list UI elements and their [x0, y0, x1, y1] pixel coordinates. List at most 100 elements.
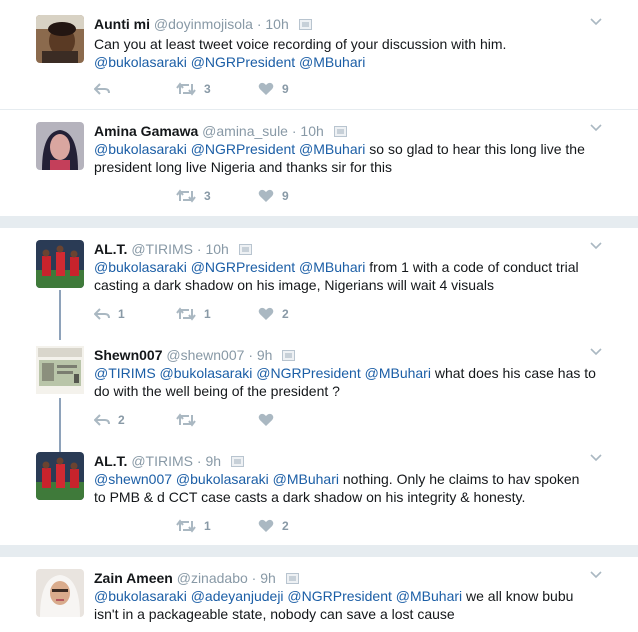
verified-badge-icon	[282, 350, 296, 361]
like-icon	[258, 413, 274, 426]
caret-down-icon[interactable]	[590, 571, 602, 579]
like-icon	[258, 307, 274, 320]
retweet-button[interactable]: 3	[176, 187, 211, 205]
user-name[interactable]: Aunti mi	[94, 16, 150, 32]
tweet-header: Aunti mi @doyinmojisola · 10h	[94, 15, 312, 33]
like-button[interactable]: 9	[258, 187, 289, 205]
user-handle[interactable]: @TIRIMS	[131, 241, 193, 257]
caret-down-icon[interactable]	[590, 18, 602, 26]
like-count: 2	[282, 519, 289, 533]
retweet-icon	[176, 189, 196, 203]
user-handle[interactable]: @doyinmojisola	[154, 16, 253, 32]
retweet-button[interactable]: 1	[176, 305, 211, 323]
tweet-mentions[interactable]: @bukolasaraki @adeyanjudeji @NGRPresiden…	[94, 588, 462, 604]
avatar[interactable]	[36, 122, 84, 170]
tweet-text-line: @bukolasaraki @NGRPresident @MBuhari fro…	[94, 258, 614, 276]
like-icon	[258, 519, 274, 532]
tweet-text: @bukolasaraki @NGRPresident @MBuhari fro…	[94, 258, 614, 294]
verified-badge-icon	[230, 456, 244, 467]
tweet-mentions[interactable]: @bukolasaraki @NGRPresident @MBuhari	[94, 53, 614, 71]
user-name[interactable]: AL.T.	[94, 453, 127, 469]
tweet-text-line: Can you at least tweet voice recording o…	[94, 36, 507, 52]
retweet-icon	[176, 519, 196, 533]
user-name[interactable]: Zain Ameen	[94, 570, 173, 586]
reply-button[interactable]: 1	[94, 305, 125, 323]
tweet[interactable]: Zain Ameen @zinadabo · 9h @bukolasaraki …	[0, 557, 638, 632]
retweet-button[interactable]: 3	[176, 80, 211, 98]
tweet-time[interactable]: · 10h	[197, 241, 229, 257]
tweet-mentions[interactable]: @bukolasaraki @NGRPresident @MBuhari	[94, 259, 365, 275]
retweet-icon	[176, 307, 196, 321]
user-handle[interactable]: @zinadabo	[177, 570, 248, 586]
reply-button[interactable]: 2	[94, 411, 125, 429]
retweet-button[interactable]	[176, 411, 196, 429]
like-count: 9	[282, 82, 289, 96]
tweet-text: Can you at least tweet voice recording o…	[94, 35, 614, 71]
reply-button[interactable]	[94, 80, 110, 98]
caret-down-icon[interactable]	[590, 242, 602, 250]
caret-down-icon[interactable]	[590, 454, 602, 462]
user-handle[interactable]: @TIRIMS	[131, 453, 193, 469]
tweet-time[interactable]: · 10h	[257, 16, 289, 32]
user-handle[interactable]: @amina_sule	[202, 123, 288, 139]
retweet-icon	[176, 82, 196, 96]
avatar[interactable]	[36, 452, 84, 500]
tweet[interactable]: Shewn007 @shewn007 · 9h @TIRIMS @bukolas…	[0, 334, 638, 440]
like-button[interactable]: 9	[258, 80, 289, 98]
tweet-text-line: @bukolasaraki @adeyanjudeji @NGRPresiden…	[94, 587, 614, 605]
tweet-time[interactable]: · 10h	[292, 123, 324, 139]
tweet[interactable]: AL.T. @TIRIMS · 9h @shewn007 @bukolasara…	[0, 440, 638, 545]
verified-badge-icon	[333, 126, 347, 137]
tweet-header: AL.T. @TIRIMS · 10h	[94, 240, 252, 258]
tweet-mentions[interactable]: @bukolasaraki @NGRPresident @MBuhari	[94, 141, 365, 157]
tweet-header: AL.T. @TIRIMS · 9h	[94, 452, 244, 470]
retweet-count: 3	[204, 82, 211, 96]
retweet-count: 1	[204, 307, 211, 321]
verified-badge-icon	[298, 19, 312, 30]
user-name[interactable]: Amina Gamawa	[94, 123, 198, 139]
verified-badge-icon	[238, 244, 252, 255]
tweet-text-body: what does his case has to	[430, 365, 596, 381]
user-name[interactable]: AL.T.	[94, 241, 127, 257]
like-icon	[258, 189, 274, 202]
retweet-button[interactable]: 1	[176, 517, 211, 535]
avatar[interactable]	[36, 569, 84, 617]
tweet[interactable]: Aunti mi @doyinmojisola · 10h Can you at…	[0, 0, 638, 109]
tweet-time[interactable]: · 9h	[197, 453, 221, 469]
user-name[interactable]: Shewn007	[94, 347, 162, 363]
reply-icon	[94, 414, 110, 426]
tweet-text-body: nothing. Only he claims to hav spoken	[338, 471, 580, 487]
tweet-mentions[interactable]: @shewn007 @bukolasaraki @MBuhari	[94, 471, 339, 487]
like-button[interactable]: 2	[258, 305, 289, 323]
user-handle[interactable]: @shewn007	[166, 347, 244, 363]
tweet-text: @bukolasaraki @NGRPresident @MBuhari so …	[94, 140, 614, 176]
tweet-header: Zain Ameen @zinadabo · 9h	[94, 569, 299, 587]
like-button[interactable]	[258, 411, 274, 429]
tweet-header: Shewn007 @shewn007 · 9h	[94, 346, 296, 364]
tweet-text-body: from 1 with a code of conduct trial	[365, 259, 579, 275]
retweet-icon	[176, 413, 196, 427]
tweet-text-line: @bukolasaraki @NGRPresident @MBuhari so …	[94, 140, 614, 158]
retweet-count: 1	[204, 519, 211, 533]
like-count: 9	[282, 189, 289, 203]
tweet-text-line: @TIRIMS @bukolasaraki @NGRPresident @MBu…	[94, 364, 614, 382]
avatar[interactable]	[36, 346, 84, 394]
tweet-time[interactable]: · 9h	[248, 347, 272, 363]
tweet-text-line: do with the well being of the president …	[94, 383, 340, 399]
tweet-mentions[interactable]: @TIRIMS @bukolasaraki @NGRPresident @MBu…	[94, 365, 431, 381]
avatar[interactable]	[36, 240, 84, 288]
reply-icon	[94, 83, 110, 95]
tweet-time[interactable]: · 9h	[252, 570, 276, 586]
tweet-text-line: casting a dark shadow on his image, Nige…	[94, 277, 494, 293]
tweet[interactable]: AL.T. @TIRIMS · 10h @bukolasaraki @NGRPr…	[0, 228, 638, 334]
caret-down-icon[interactable]	[590, 348, 602, 356]
tweet-text: @shewn007 @bukolasaraki @MBuhari nothing…	[94, 470, 614, 506]
like-button[interactable]: 2	[258, 517, 289, 535]
avatar[interactable]	[36, 15, 84, 63]
reply-icon	[94, 308, 110, 320]
tweet-text-body: we all know bubu	[462, 588, 574, 604]
caret-down-icon[interactable]	[590, 124, 602, 132]
like-count: 2	[282, 307, 289, 321]
reply-count: 2	[118, 413, 125, 427]
tweet[interactable]: Amina Gamawa @amina_sule · 10h @bukolasa…	[0, 110, 638, 216]
